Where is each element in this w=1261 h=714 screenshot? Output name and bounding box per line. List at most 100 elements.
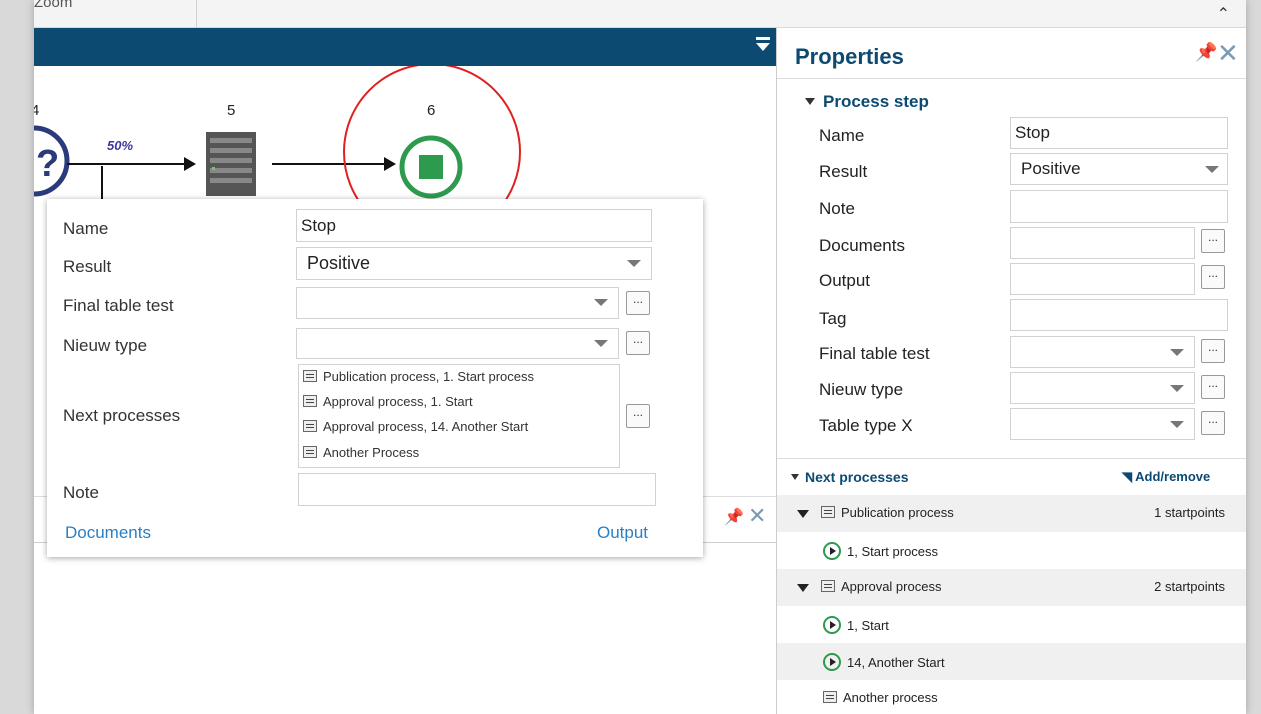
popup-final-table-test-label: Final table test <box>63 296 174 315</box>
prop-tag-label: Tag <box>819 309 847 328</box>
next-process-group-row[interactable]: Publication process 1 startpoints <box>777 495 1246 532</box>
process-icon <box>821 580 835 592</box>
svg-text:?: ? <box>36 143 59 185</box>
startpoint-count: 1 startpoints <box>1154 505 1225 520</box>
prop-documents-label: Documents <box>819 236 905 255</box>
popup-nieuw-type-ellipsis-button[interactable]: ... <box>626 331 650 355</box>
popup-note-label: Note <box>63 483 99 502</box>
prop-result-select[interactable]: Positive <box>1010 153 1228 185</box>
zoom-group-label: Zoom <box>34 0 73 11</box>
startpoint-row[interactable]: 1, Start <box>777 606 1246 643</box>
popup-note-input[interactable] <box>298 473 656 506</box>
prop-result-label: Result <box>819 162 868 181</box>
documents-link[interactable]: Documents <box>65 523 151 543</box>
documents-ellipsis-button[interactable]: ... <box>1201 229 1225 253</box>
window-frame: Zoom ⌃ 4 5 6 50% ? 📌 ✕ Name Stop Result … <box>0 0 1261 714</box>
play-icon <box>823 616 841 634</box>
prop-note-label: Note <box>819 199 855 218</box>
app-screen: Zoom ⌃ 4 5 6 50% ? 📌 ✕ Name Stop Result … <box>34 0 1246 714</box>
startpoint-label: 1, Start <box>847 618 889 633</box>
expand-triangle-icon[interactable] <box>797 584 809 592</box>
properties-title: Properties <box>795 44 904 69</box>
pin-icon[interactable]: 📌 <box>724 507 744 527</box>
popup-next-processes-label: Next processes <box>63 406 181 425</box>
list-item-label: Another Process <box>323 445 420 460</box>
collapse-ribbon-icon[interactable]: ⌃ <box>1217 4 1230 24</box>
section-title: Process step <box>823 92 929 111</box>
popup-result-select[interactable]: Positive <box>296 247 652 280</box>
stop-icon[interactable] <box>399 135 463 199</box>
prop-output-input[interactable] <box>1010 263 1195 295</box>
prop-output-label: Output <box>819 271 871 290</box>
list-item[interactable]: Publication process, 1. Start process <box>303 369 534 384</box>
popup-name-label: Name <box>63 219 109 238</box>
startpoint-count: 2 startpoints <box>1154 579 1225 594</box>
ribbon: Zoom ⌃ <box>34 0 1246 28</box>
chevron-down-icon <box>594 340 608 347</box>
process-icon <box>303 420 317 432</box>
prop-final-table-test-label: Final table test <box>819 344 930 363</box>
filter-icon[interactable] <box>756 37 770 55</box>
chevron-down-icon <box>1205 166 1219 173</box>
popup-nieuw-type-label: Nieuw type <box>63 336 148 355</box>
popup-final-table-test-select[interactable] <box>296 287 619 319</box>
output-link[interactable]: Output <box>597 523 648 543</box>
popup-final-table-test-ellipsis-button[interactable]: ... <box>626 291 650 315</box>
final-table-test-ellipsis-button[interactable]: ... <box>1201 339 1225 363</box>
startpoint-label: 14, Another Start <box>847 655 945 670</box>
list-item-label: Approval process, 1. Start <box>323 394 473 409</box>
play-icon <box>823 653 841 671</box>
prop-name-label: Name <box>819 126 865 145</box>
nieuw-type-ellipsis-button[interactable]: ... <box>1201 375 1225 399</box>
next-process-group-row[interactable]: Approval process 2 startpoints <box>777 569 1246 606</box>
next-processes-section-header[interactable]: Next processes ◥ Add/remove <box>777 458 1246 494</box>
decision-icon[interactable]: ? <box>34 125 70 197</box>
section-title: Next processes <box>805 469 909 485</box>
chevron-down-icon <box>1170 385 1184 392</box>
prop-tag-input[interactable] <box>1010 299 1228 331</box>
popup-nieuw-type-select[interactable] <box>296 328 619 359</box>
group-name: Approval process <box>841 579 942 594</box>
list-item[interactable]: Another Process <box>303 445 419 460</box>
step-quick-edit-popup: Name Stop Result Positive Final table te… <box>47 199 703 557</box>
ribbon-separator <box>196 0 197 28</box>
chevron-down-icon <box>1170 421 1184 428</box>
expand-triangle-icon[interactable] <box>797 510 809 518</box>
popup-name-input[interactable]: Stop <box>296 209 652 242</box>
prop-result-value: Positive <box>1021 159 1081 178</box>
close-icon[interactable]: ✕ <box>1217 38 1239 69</box>
close-icon[interactable]: ✕ <box>748 503 766 529</box>
prop-name-input[interactable]: Stop <box>1010 117 1228 149</box>
startpoint-row[interactable]: 14, Another Start <box>777 643 1246 680</box>
next-process-row[interactable]: Another process <box>777 680 1246 714</box>
process-step-section-header[interactable]: Process step <box>805 92 929 112</box>
server-icon[interactable] <box>206 132 256 196</box>
prop-nieuw-type-select[interactable] <box>1010 372 1195 404</box>
group-name: Publication process <box>841 505 954 520</box>
prop-nieuw-type-label: Nieuw type <box>819 380 904 399</box>
list-item-label: Approval process, 14. Another Start <box>323 419 529 434</box>
prop-table-type-x-select[interactable] <box>1010 408 1195 440</box>
process-label: Another process <box>843 690 938 705</box>
process-icon <box>303 370 317 382</box>
list-item[interactable]: Approval process, 1. Start <box>303 394 473 409</box>
popup-next-processes-ellipsis-button[interactable]: ... <box>626 404 650 428</box>
add-remove-label: Add/remove <box>1135 469 1211 484</box>
prop-table-type-x-label: Table type X <box>819 416 913 435</box>
output-ellipsis-button[interactable]: ... <box>1201 265 1225 289</box>
popup-result-label: Result <box>63 257 112 276</box>
diagram-toolbar <box>34 28 776 66</box>
add-remove-button[interactable]: ◥ Add/remove <box>1122 469 1210 485</box>
pin-icon[interactable]: 📌 <box>1195 42 1217 63</box>
prop-documents-input[interactable] <box>1010 227 1195 259</box>
startpoint-row[interactable]: 1, Start process <box>777 532 1246 569</box>
table-type-x-ellipsis-button[interactable]: ... <box>1201 411 1225 435</box>
properties-divider <box>777 78 1246 79</box>
popup-next-processes-list[interactable]: Publication process, 1. Start process Ap… <box>298 364 620 468</box>
process-icon <box>303 395 317 407</box>
play-icon <box>823 542 841 560</box>
list-item[interactable]: Approval process, 14. Another Start <box>303 419 528 434</box>
collapse-triangle-icon <box>791 474 799 480</box>
prop-note-input[interactable] <box>1010 190 1228 223</box>
prop-final-table-test-select[interactable] <box>1010 336 1195 368</box>
